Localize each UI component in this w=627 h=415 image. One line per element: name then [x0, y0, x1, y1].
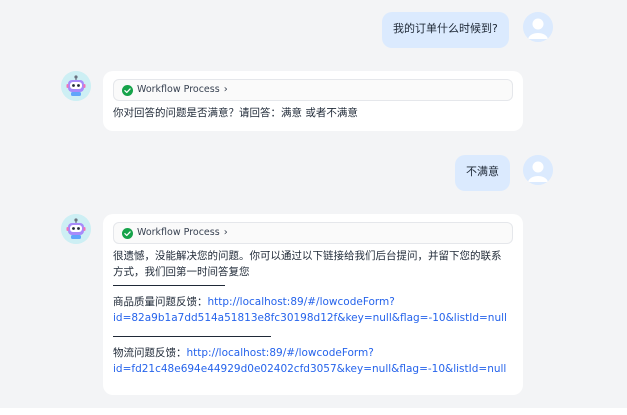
- bot-avatar: [61, 214, 91, 244]
- chevron-right-icon: ›: [223, 84, 228, 95]
- chevron-right-icon: ›: [223, 227, 228, 238]
- divider: [113, 336, 271, 337]
- feedback-label: 商品质量问题反馈：: [113, 296, 208, 308]
- feedback-item-logistics: 物流问题反馈：http://localhost:89/#/lowcodeForm…: [113, 345, 513, 377]
- bot-message-bubble: Workflow Process › 很遗憾，没能解决您的问题。你可以通过以下链…: [103, 214, 523, 395]
- feedback-label: 物流问题反馈：: [113, 347, 187, 359]
- user-message-bubble: 不满意: [455, 155, 510, 191]
- workflow-process-label: Workflow Process: [137, 227, 220, 238]
- robot-avatar-icon: [61, 71, 91, 101]
- robot-avatar-icon: [61, 214, 91, 244]
- check-circle-icon: [122, 84, 133, 96]
- user-avatar-icon: [523, 155, 553, 185]
- user-message-bubble: 我的订单什么时候到?: [382, 12, 509, 48]
- check-circle-icon: [122, 227, 133, 239]
- bot-message-text: 你对回答的问题是否满意？请回答：满意 或者不满意: [113, 107, 358, 119]
- workflow-process-toggle[interactable]: Workflow Process ›: [113, 79, 513, 101]
- user-avatar-icon: [523, 12, 553, 42]
- divider: [113, 285, 225, 286]
- bot-avatar: [61, 71, 91, 101]
- feedback-item-quality: 商品质量问题反馈：http://localhost:89/#/lowcodeFo…: [113, 294, 513, 326]
- user-message-text: 我的订单什么时候到?: [393, 22, 498, 35]
- user-avatar: [523, 12, 553, 42]
- bot-message-bubble: Workflow Process › 你对回答的问题是否满意？请回答：满意 或者…: [103, 71, 523, 131]
- workflow-process-toggle[interactable]: Workflow Process ›: [113, 222, 513, 244]
- workflow-process-label: Workflow Process: [137, 84, 220, 95]
- user-message-text: 不满意: [466, 165, 499, 178]
- bot-message-text: 很遗憾，没能解决您的问题。你可以通过以下链接给我们后台提问，并留下您的联系方式，…: [113, 250, 502, 278]
- input-area-edge: [0, 408, 627, 415]
- user-avatar: [523, 155, 553, 185]
